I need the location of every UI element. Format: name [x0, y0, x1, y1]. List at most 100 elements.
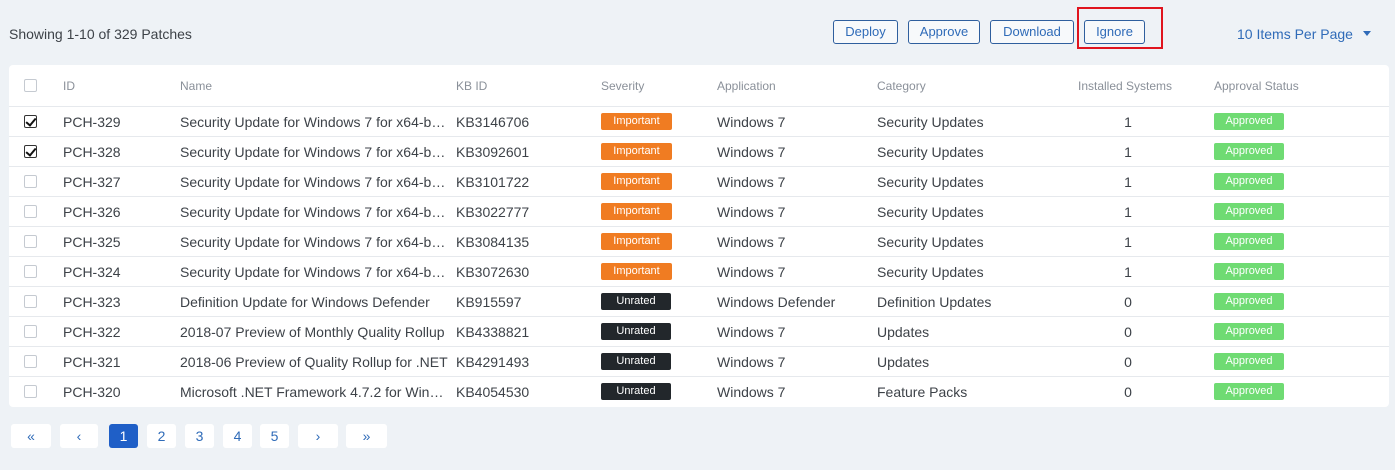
- patch-id: PCH-325: [63, 233, 121, 250]
- next-page-button[interactable]: ›: [298, 424, 338, 448]
- patch-name[interactable]: Security Update for Windows 7 for x64-ba…: [180, 144, 448, 160]
- row-checkbox[interactable]: [24, 295, 37, 308]
- patch-name[interactable]: 2018-06 Preview of Quality Rollup for .N…: [180, 354, 448, 370]
- application: Windows 7: [717, 113, 786, 130]
- patch-name[interactable]: Security Update for Windows 7 for x64-ba…: [180, 114, 448, 130]
- table-row[interactable]: PCH-328 Security Update for Windows 7 for…: [9, 136, 1389, 166]
- severity-badge: Unrated: [601, 293, 671, 310]
- application: Windows 7: [717, 323, 786, 340]
- category: Updates: [877, 353, 930, 370]
- items-per-page-label: 10 Items Per Page: [1237, 26, 1353, 42]
- table-row[interactable]: PCH-325 Security Update for Windows 7 for…: [9, 226, 1389, 256]
- patch-name[interactable]: Security Update for Windows 7 for x64-ba…: [180, 174, 448, 190]
- row-checkbox[interactable]: [24, 175, 37, 188]
- installed-systems-count: 0: [1124, 293, 1132, 310]
- items-per-page-dropdown[interactable]: 10 Items Per Page: [1237, 26, 1371, 42]
- deploy-button[interactable]: Deploy: [833, 20, 898, 44]
- select-all-checkbox[interactable]: [24, 79, 37, 92]
- column-header-name[interactable]: Name: [180, 65, 448, 106]
- severity-badge: Unrated: [601, 353, 671, 370]
- table-row[interactable]: PCH-329 Security Update for Windows 7 for…: [9, 106, 1389, 136]
- category: Security Updates: [877, 233, 984, 250]
- row-checkbox[interactable]: [24, 265, 37, 278]
- page-button-1[interactable]: 1: [109, 424, 138, 448]
- application: Windows 7: [717, 263, 786, 280]
- application: Windows 7: [717, 143, 786, 160]
- last-page-button[interactable]: »: [346, 424, 387, 448]
- row-checkbox[interactable]: [24, 235, 37, 248]
- kb-id: KB3092601: [456, 143, 530, 160]
- patch-name[interactable]: Security Update for Windows 7 for x64-ba…: [180, 234, 448, 250]
- page-button-3[interactable]: 3: [185, 424, 214, 448]
- approval-status-badge: Approved: [1214, 383, 1284, 400]
- column-header-severity[interactable]: Severity: [601, 65, 711, 106]
- installed-systems-count: 0: [1124, 323, 1132, 340]
- first-page-button[interactable]: «: [11, 424, 51, 448]
- category: Security Updates: [877, 173, 984, 190]
- row-checkbox[interactable]: [24, 355, 37, 368]
- application: Windows 7: [717, 233, 786, 250]
- installed-systems-count: 1: [1124, 113, 1132, 130]
- category: Definition Updates: [877, 293, 992, 310]
- patch-name[interactable]: Security Update for Windows 7 for x64-ba…: [180, 264, 448, 280]
- severity-badge: Important: [601, 143, 672, 160]
- severity-badge: Important: [601, 113, 672, 130]
- patch-id: PCH-323: [63, 293, 121, 310]
- patch-name[interactable]: 2018-07 Preview of Monthly Quality Rollu…: [180, 324, 448, 340]
- approval-status-badge: Approved: [1214, 263, 1284, 280]
- kb-id: KB4054530: [456, 383, 530, 400]
- kb-id: KB3146706: [456, 113, 530, 130]
- patch-id: PCH-329: [63, 113, 121, 130]
- download-button[interactable]: Download: [990, 20, 1074, 44]
- approve-button[interactable]: Approve: [908, 20, 980, 44]
- patch-id: PCH-320: [63, 383, 121, 400]
- category: Security Updates: [877, 203, 984, 220]
- table-row[interactable]: PCH-326 Security Update for Windows 7 for…: [9, 196, 1389, 226]
- column-header-approval-status[interactable]: Approval Status: [1214, 65, 1354, 106]
- approval-status-badge: Approved: [1214, 203, 1284, 220]
- application: Windows 7: [717, 173, 786, 190]
- column-header-installed-systems[interactable]: Installed Systems: [1078, 65, 1178, 106]
- row-checkbox[interactable]: [24, 325, 37, 338]
- column-header-application[interactable]: Application: [717, 65, 867, 106]
- row-checkbox[interactable]: [24, 205, 37, 218]
- application: Windows 7: [717, 383, 786, 400]
- row-checkbox[interactable]: [24, 385, 37, 398]
- column-header-category[interactable]: Category: [877, 65, 1057, 106]
- severity-badge: Unrated: [601, 383, 671, 400]
- installed-systems-count: 1: [1124, 203, 1132, 220]
- patch-id: PCH-327: [63, 173, 121, 190]
- installed-systems-count: 0: [1124, 383, 1132, 400]
- approval-status-badge: Approved: [1214, 353, 1284, 370]
- prev-page-button[interactable]: ‹: [60, 424, 98, 448]
- patch-name[interactable]: Microsoft .NET Framework 4.7.2 for Windo…: [180, 384, 448, 400]
- installed-systems-count: 0: [1124, 353, 1132, 370]
- table-row[interactable]: PCH-321 2018-06 Preview of Quality Rollup…: [9, 346, 1389, 376]
- patch-name[interactable]: Definition Update for Windows Defender: [180, 294, 448, 310]
- severity-badge: Important: [601, 263, 672, 280]
- patch-id: PCH-324: [63, 263, 121, 280]
- page-button-2[interactable]: 2: [147, 424, 176, 448]
- page-button-5[interactable]: 5: [260, 424, 289, 448]
- table-row[interactable]: PCH-322 2018-07 Preview of Monthly Qualit…: [9, 316, 1389, 346]
- table-row[interactable]: PCH-320 Microsoft .NET Framework 4.7.2 fo…: [9, 376, 1389, 406]
- kb-id: KB3084135: [456, 233, 530, 250]
- patch-name[interactable]: Security Update for Windows 7 for x64-ba…: [180, 204, 448, 220]
- category: Security Updates: [877, 143, 984, 160]
- caret-down-icon: [1362, 30, 1371, 36]
- approval-status-badge: Approved: [1214, 173, 1284, 190]
- table-row[interactable]: PCH-323 Definition Update for Windows Def…: [9, 286, 1389, 316]
- table-row[interactable]: PCH-324 Security Update for Windows 7 for…: [9, 256, 1389, 286]
- kb-id: KB3022777: [456, 203, 530, 220]
- row-checkbox[interactable]: [24, 115, 37, 128]
- kb-id: KB4291493: [456, 353, 530, 370]
- table-row[interactable]: PCH-327 Security Update for Windows 7 for…: [9, 166, 1389, 196]
- row-checkbox[interactable]: [24, 145, 37, 158]
- column-header-id[interactable]: ID: [63, 65, 173, 106]
- installed-systems-count: 1: [1124, 143, 1132, 160]
- patch-id: PCH-328: [63, 143, 121, 160]
- kb-id: KB3072630: [456, 263, 530, 280]
- column-header-kb-id[interactable]: KB ID: [456, 65, 586, 106]
- page-button-4[interactable]: 4: [223, 424, 252, 448]
- application: Windows 7: [717, 203, 786, 220]
